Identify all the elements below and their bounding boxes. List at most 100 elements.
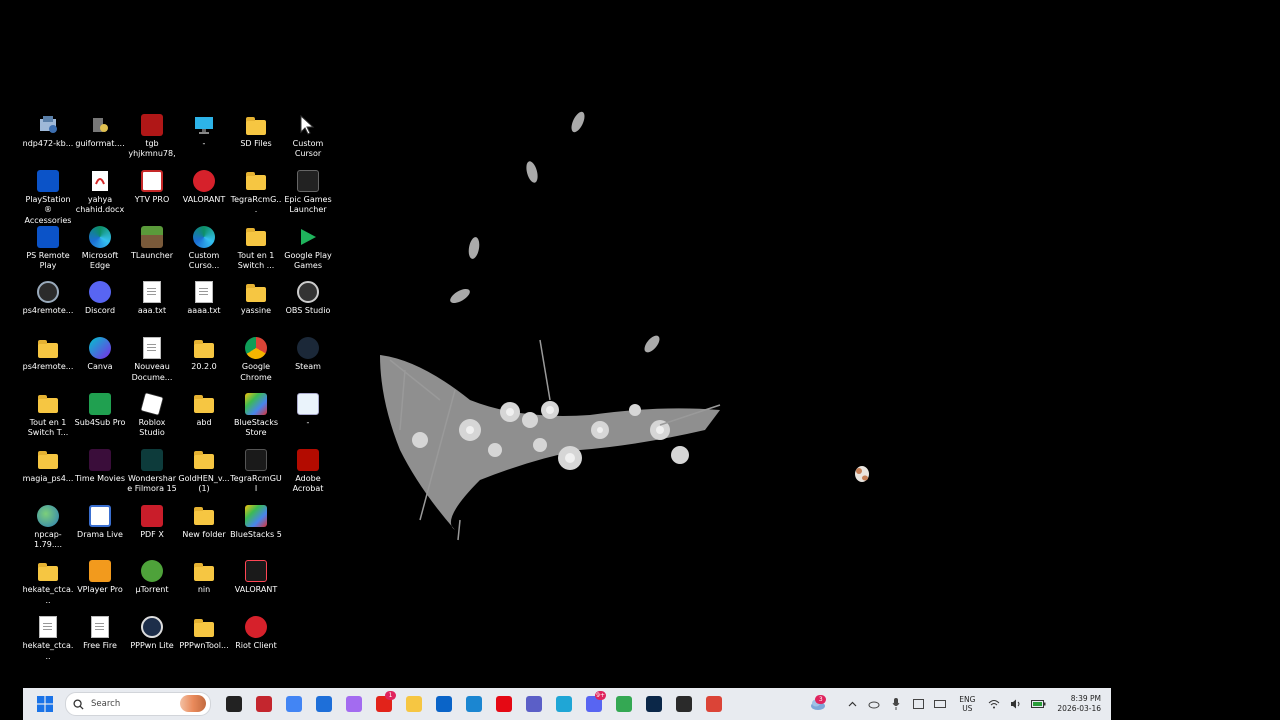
desktop-icon-label: - <box>306 417 310 427</box>
taskbar-app-chrome-profile[interactable] <box>609 689 639 719</box>
taskbar-app-lenovo-app[interactable]: 1 <box>369 689 399 719</box>
desktop-icon-aaa-txt[interactable]: aaa.txt <box>126 277 178 332</box>
taskbar-app-outlook[interactable] <box>429 689 459 719</box>
desktop-icon-ytv-pro[interactable]: YTV PRO <box>126 166 178 221</box>
desktop-icon-ndp472-kb[interactable]: ndp472-kb... <box>22 110 74 165</box>
desktop-icon-microsoft-edge[interactable]: Microsoft Edge <box>74 222 126 277</box>
desktop[interactable]: ndp472-kb... guiformat.... tgb yhjkmnu78, -… <box>0 0 1280 688</box>
desktop-icon-tout-en-1-switch[interactable]: Tout en 1 Switch ... <box>230 222 282 277</box>
taskbar-app-netflix[interactable] <box>489 689 519 719</box>
desktop-icon-20-2-0[interactable]: 20.2.0 <box>178 333 230 388</box>
desktop-icon-hekate-ctca[interactable]: hekate_ctca... <box>22 556 74 611</box>
desktop-icon-ps4remote[interactable]: ps4remote... <box>22 333 74 388</box>
tray-cloud-icon[interactable] <box>863 693 885 715</box>
show-hidden-icons-button[interactable] <box>841 693 863 715</box>
desktop-icon-abd[interactable]: abd <box>178 389 230 444</box>
desktop-icon-new-folder[interactable]: New folder <box>178 501 230 556</box>
taskbar-app-teams[interactable] <box>519 689 549 719</box>
file-explorer-icon <box>406 696 422 712</box>
taskbar-app-discord[interactable]: 9+ <box>579 689 609 719</box>
desktop-icon-magia-ps4[interactable]: magia_ps4... <box>22 445 74 500</box>
desktop-icon-canva[interactable]: Canva <box>74 333 126 388</box>
desktop-icon-tlauncher[interactable]: TLauncher <box>126 222 178 277</box>
taskbar-app-remote-desktop[interactable] <box>459 689 489 719</box>
wifi-status[interactable] <box>983 693 1005 715</box>
start-button[interactable] <box>31 690 59 718</box>
obs-icon <box>296 280 320 304</box>
taskbar-app-chrome-m[interactable] <box>699 689 729 719</box>
pdf-icon <box>88 169 112 193</box>
desktop-icon-tegrarcmgui[interactable]: TegraRcmGUI <box>230 445 282 500</box>
doc-icon <box>192 280 216 304</box>
desktop-icon-ps-remote-play[interactable]: PS Remote Play <box>22 222 74 277</box>
desktop-icon-free-fire[interactable]: Free Fire <box>74 612 126 667</box>
desktop-icon-vplayer-pro[interactable]: VPlayer Pro <box>74 556 126 611</box>
desktop-icon-pppwntool[interactable]: PPPwnTool... <box>178 612 230 667</box>
desktop-icon-tout-en-1-switch-t[interactable]: Tout en 1 Switch T... <box>22 389 74 444</box>
desktop-icon-pdf-x[interactable]: PDF X <box>126 501 178 556</box>
desktop-icon-drama-live[interactable]: Drama Live <box>74 501 126 556</box>
language-indicator[interactable]: ENG US <box>959 695 975 713</box>
battery-status[interactable] <box>1027 693 1049 715</box>
desktop-icon-custom-cursor[interactable]: Custom Cursor <box>282 110 334 165</box>
chrome-icon <box>244 336 268 360</box>
desktop-icon-tegrarcmg[interactable]: TegraRcmG... <box>230 166 282 221</box>
desktop-icon-wondershare-filmora-15[interactable]: Wondershare Filmora 15 <box>126 445 178 500</box>
desktop-icon-label: BlueStacks Store <box>233 417 279 438</box>
chevron-up-icon <box>848 701 857 707</box>
desktop-icon-bluestacks-5[interactable]: BlueStacks 5 <box>230 501 282 556</box>
taskbar-app-file-explorer[interactable] <box>399 689 429 719</box>
desktop-icon-pppwn-lite[interactable]: PPPwn Lite <box>126 612 178 667</box>
desktop-icon-valorant[interactable]: VALORANT <box>178 166 230 221</box>
desktop-icon-adobe-acrobat[interactable]: Adobe Acrobat <box>282 445 334 500</box>
desktop-icon-tgb-yhjkmnu78[interactable]: tgb yhjkmnu78, <box>126 110 178 165</box>
desktop-icon-yahya-chahid-docx[interactable]: yahya chahid.docx <box>74 166 126 221</box>
desktop-icon-unnamed[interactable]: - <box>178 110 230 165</box>
clock[interactable]: 8:39 PM 2026-03-16 <box>1057 694 1101 714</box>
desktop-icon-ps4remote[interactable]: ps4remote... <box>22 277 74 332</box>
taskbar-app-task-view[interactable] <box>219 689 249 719</box>
taskbar-app-copilot[interactable] <box>339 689 369 719</box>
desktop-icon-bluestacks-store[interactable]: BlueStacks Store <box>230 389 282 444</box>
desktop-icon-nouveau-docume[interactable]: Nouveau Docume... <box>126 333 178 388</box>
taskbar-app-pdf-app[interactable] <box>249 689 279 719</box>
taskbar-app-photoshop[interactable] <box>639 689 669 719</box>
desktop-icon-nin[interactable]: nin <box>178 556 230 611</box>
weather-widget[interactable]: 3 <box>807 693 829 715</box>
store-icon <box>316 696 332 712</box>
tray-app-icon[interactable] <box>907 693 929 715</box>
desktop-icon-roblox-studio[interactable]: Roblox Studio <box>126 389 178 444</box>
desktop-icon-riot-client[interactable]: Riot Client <box>230 612 282 667</box>
tray-microphone[interactable] <box>885 693 907 715</box>
desktop-icon-custom-curso[interactable]: Custom Curso... <box>178 222 230 277</box>
tray-keyboard[interactable] <box>929 693 951 715</box>
taskbar-app-store[interactable] <box>309 689 339 719</box>
desktop-icon-discord[interactable]: Discord <box>74 277 126 332</box>
desktop-icon-time-movies[interactable]: Time Movies <box>74 445 126 500</box>
desktop-icon-obs-studio[interactable]: OBS Studio <box>282 277 334 332</box>
desktop-icon-torrent[interactable]: µTorrent <box>126 556 178 611</box>
cursor-icon <box>855 466 869 482</box>
desktop-icon-yassine[interactable]: yassine <box>230 277 282 332</box>
desktop-icon-sub4sub-pro[interactable]: Sub4Sub Pro <box>74 389 126 444</box>
desktop-icon-npcap-1-79[interactable]: npcap-1.79.... <box>22 501 74 556</box>
volume-status[interactable] <box>1005 693 1027 715</box>
desktop-icon-sd-files[interactable]: SD Files <box>230 110 282 165</box>
desktop-icon-epic-games-launcher[interactable]: Epic Games Launcher <box>282 166 334 221</box>
taskbar-search-box[interactable]: Search <box>65 692 211 716</box>
desktop-icon-guiformat[interactable]: guiformat.... <box>74 110 126 165</box>
desktop-icon-hekate-ctca[interactable]: hekate_ctca... <box>22 612 74 667</box>
desktop-icon-goldhen-v-1[interactable]: GoldHEN_v... (1) <box>178 445 230 500</box>
desktop-icon-playstation-accessories[interactable]: PlayStation® Accessories <box>22 166 74 225</box>
folder-icon <box>192 336 216 360</box>
desktop-icon-steam[interactable]: Steam <box>282 333 334 388</box>
desktop-icon-google-play-games[interactable]: Google Play Games <box>282 222 334 277</box>
desktop-icon-valorant[interactable]: VALORANT <box>230 556 282 611</box>
desktop-icon-google-chrome[interactable]: Google Chrome <box>230 333 282 388</box>
taskbar-app-obs[interactable] <box>669 689 699 719</box>
taskbar-app-chrome[interactable] <box>279 689 309 719</box>
desktop-icon-aaaa-txt[interactable]: aaaa.txt <box>178 277 230 332</box>
globe-icon <box>36 504 60 528</box>
desktop-icon-unnamed[interactable]: - <box>282 389 334 444</box>
taskbar-app-edge[interactable] <box>549 689 579 719</box>
